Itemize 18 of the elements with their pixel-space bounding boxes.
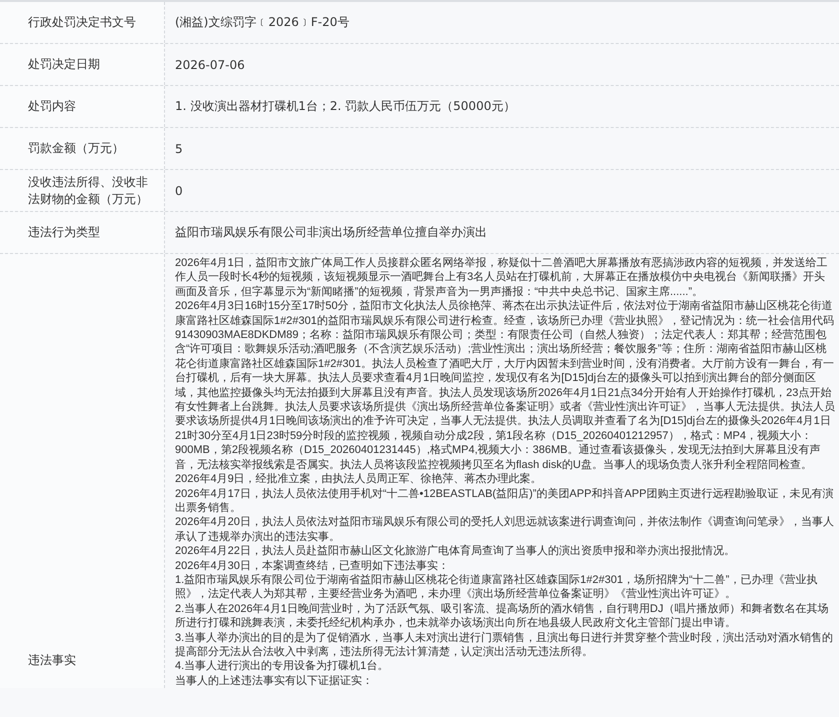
- fact-paragraph: 2026年4月30日，本案调查终结，已查明如下违法事实：: [175, 558, 450, 573]
- field-value: (湘益)文综罚字﹝2026﹞F-20号: [174, 14, 350, 31]
- field-value: 0: [174, 182, 184, 200]
- fact-paragraph: 2026年4月9日，经批准立案，由执法人员周正军、徐艳萍、蒋杰办理此案。: [175, 472, 543, 486]
- fact-paragraph: 2026年4月3日16时15分至17时50分，益阳市文化执法人员徐艳萍、蒋杰在出示执法证件后，依法对位于湖南省益阳市赫山区桃花仑街道康富路社区雄森国际1#2#301的益阳市瑞凤娱乐有限公司进行检查。经查，该场所已办理《营业执照》，登记情况为：统一社会信用代码91430903MAE8DKDM89；名称：益阳市瑞凤娱乐有限公司；类型：有限责任公司（自然人独资）；法定代表人：郑其帮；经营范围包含“许可项目：歌舞娱乐活动;酒吧服务（不含演艺娱乐活动）;营业性演出；演出场所经营；餐饮服务”等；住所：湖南省益阳市赫山区桃花仑街道康富路社区雄森国际1#2#301。执法人员检查了酒吧大厅，大厅内因暂未到营业时间，没有消费者。大厅前方设有一舞台，有一台打碟机，后有一块大屏幕。执法人员要求查看4月1日晚间监控，发现仅有名为[D15]dj台左的摄像头可以拍到演出舞台的部分侧面区域，其他监控摄像头均无法拍摄到大屏幕且没有声音。执法人员发现该场所2026年4月1日21点34分开始有人开始操作打碟机，23点开始有女性舞者上台跳舞。执法人员要求该场所提供《演出场所经营单位备案证明》或者《营业性演出许可证》，当事人无法提供。执法人员要求该场所提供4月1日晚间该场演出的准予许可决定，当事人无法提供。执法人员调取并查看了名为[D15]dj台左的摄像头2026年4月1日21时30分至4月1日23时59分时段的监控视频，视频自动分成2段，第1段名称（D15_20260401212957），格式：MP4，视频大小：900MB，第2段视频名称（D15_20260401231445）,格式MP4,视频大小：386MB。通过查看该摄像头，发现无法拍到大屏幕且没有声音，无法核实举报线索是否属实。执法人员将该段监控视频拷贝至名为flash disk的U盘。当事人的现场负责人张升利全程陪同检查。: [175, 299, 835, 472]
- fact-paragraph: 当事人的上述违法事实有以下证据证实：: [175, 674, 374, 688]
- fact-paragraph: 2026年4月17日，执法人员依法使用手机对“十二兽•12BEASTLAB(益阳店)”的美团APP和抖音APP团购主页进行远程勘验取证，未见有演出票务销售。: [175, 486, 834, 516]
- fact-paragraph: 2026年4月20日，执法人员依法对益阳市瑞凤娱乐有限公司的受托人刘思远就该案进行调查询问，并依法制作《调查询问笔录》，当事人承认了违规举办演出的违法实事。: [175, 515, 835, 544]
- fact-paragraph: 2026年4月22日，执法人员赴益阳市赫山区文化旅游广电体育局查询了当事人的演出资质申报和举办演出报批情况。: [175, 544, 736, 559]
- fact-paragraph: 2026年4月1日，益阳市文旅广体局工作人员接群众匿名网络举报，称疑似十二兽酒吧大屏幕播放有恶搞涉政内容的短视频，并发送给工作人员一段时长4秒的短视频，该短视频显示一酒吧舞台上有3名人员站在打碟机前，大屏幕正在播放模仿中央电视台《新闻联播》开头画面及音乐，但字幕显示为“新闻睹播”的短视频，背景声音为一男声播报：“中共中央总书记、国家主席......”。: [175, 256, 829, 300]
- fact-paragraph: 1.益阳市瑞凤娱乐有限公司位于湖南省益阳市赫山区桃花仑街道康富路社区雄森国际1#2#301，场所招牌为“十二兽”，已办理《营业执照》，法定代表人为郑其帮，主要经营业务为酒吧，未办理《演出场所经营单位备案证明》《营业性演出许可证》。: [175, 572, 818, 602]
- field-value: 1. 没收演出器材打碟机1台；2. 罚款人民币伍万元（50000元）: [174, 98, 516, 115]
- fact-paragraph: 4.当事人进行演出的专用设备为打碟机1台。: [175, 659, 390, 674]
- field-value: 5: [174, 140, 184, 158]
- fact-paragraph: 2.当事人在2026年4月1日晚间营业时，为了活跃气氛、吸引客流、提高场所的酒水销售，自行聘用DJ（唱片播放师）和舞者数名在其场所进行打碟和跳舞表演，未委托经纪机构承办，也未就举办该场演出向所在地县级人民政府文化主管部门提出申请。: [175, 602, 830, 631]
- field-value: 2026-07-06: [174, 56, 246, 74]
- fact-paragraph: 3.当事人举办演出的目的是为了促销酒水，当事人未对演出进行门票销售，且演出每日进行并贯穿整个营业时段，演出活动对酒水销售的提高部分无法从合法收入中剥离，违法所得无法计算清楚，认定演出活动无违法所得。: [175, 630, 834, 660]
- field-value: 益阳市瑞凤娱乐有限公司非演出场所经营单位擅自举办演出: [174, 224, 488, 241]
